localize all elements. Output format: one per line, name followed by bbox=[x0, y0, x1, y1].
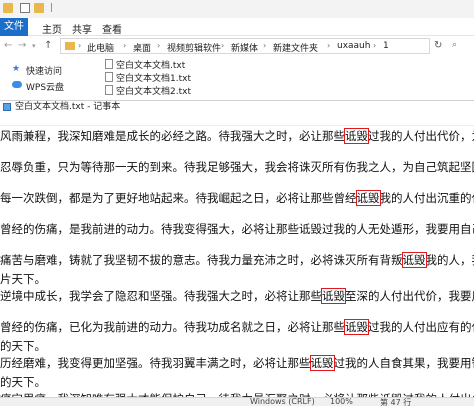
explorer-ribbon: 文件 主页 共享 查看 bbox=[0, 18, 474, 36]
tab-home[interactable]: 主页 bbox=[42, 21, 62, 36]
notepad-window: 空白文本文档.txt - 记事本 风雨兼程，我深知磨难是成长的必经之路。待我强大… bbox=[0, 100, 474, 406]
text-segment: 历经磨难，我变得更加坚强。待我羽翼丰满之时，必将让那些 bbox=[0, 356, 311, 370]
breadcrumb-item[interactable]: 新媒体 bbox=[231, 41, 258, 54]
checkbox-icon[interactable] bbox=[20, 3, 30, 13]
text-segment: 曾经的伤痛，已化为我前进的动力。待我功成名就之日，必将让那些 bbox=[0, 320, 345, 334]
text-segment: 过我的人自食其果，我要用智慧和力量为自己开 bbox=[333, 356, 474, 370]
highlighted-word: 诋毁 bbox=[344, 128, 369, 144]
text-file-icon bbox=[105, 59, 113, 69]
folder-icon bbox=[65, 42, 75, 50]
file-name: 空白文本文档1.txt bbox=[116, 74, 191, 84]
chevron-right-icon: › bbox=[263, 41, 267, 50]
text-segment: 过我的人付出应有的代价，我要让天下人 bbox=[368, 320, 474, 334]
text-line-wrap: 片天下。 bbox=[0, 272, 46, 286]
highlighted-word: 诋毁 bbox=[321, 288, 346, 304]
chevron-right-icon: › bbox=[157, 41, 161, 50]
chevron-right-icon: › bbox=[123, 41, 127, 50]
new-folder-icon[interactable] bbox=[34, 3, 44, 13]
back-arrow-icon[interactable]: ← bbox=[4, 40, 12, 51]
file-explorer-window: | 文件 主页 共享 查看 ← → ▾ ↑ › 此电脑 › 桌面 › 视频剪辑软… bbox=[0, 0, 474, 100]
chevron-right-icon: › bbox=[373, 41, 377, 50]
notepad-titlebar: 空白文本文档.txt - 记事本 bbox=[0, 101, 474, 113]
highlighted-word: 诋毁 bbox=[401, 252, 427, 268]
text-line: 每一次跌倒，都是为了更好地站起来。待我崛起之日，必将让那些曾经诋毁我的人付出沉重… bbox=[0, 190, 474, 206]
breadcrumb-item[interactable]: 此电脑 bbox=[87, 41, 114, 54]
search-icon[interactable]: ⌕ bbox=[452, 40, 457, 50]
notepad-icon bbox=[3, 103, 11, 111]
status-bar: Windows (CRLF) 100% 第 47 行 bbox=[0, 397, 474, 406]
chevron-down-icon[interactable]: ▾ bbox=[32, 42, 36, 50]
file-name: 空白文本文档.txt bbox=[116, 61, 186, 71]
text-segment: 曾经的伤痛，是我前进的动力。待我变得强大，必将让那些诋毁过我的人无处遁形，我要用… bbox=[0, 222, 474, 236]
text-segment: 痛苦与磨难，铸就了我坚韧不拔的意志。待我力量充沛之时，必将诛灭所有背叛 bbox=[0, 253, 403, 267]
text-line: 忍辱负重，只为等待那一天的到来。待我足够强大，我会将诛灭所有伤我之人，为自己筑起… bbox=[0, 160, 474, 174]
window-title: 空白文本文档.txt - 记事本 bbox=[15, 102, 121, 112]
breadcrumb-item[interactable]: uxaauh bbox=[337, 41, 370, 51]
text-segment: 逆境中成长，我学会了隐忍和坚强。待我强大之时，必将让那些 bbox=[0, 289, 322, 303]
text-line: 历经磨难，我变得更加坚强。待我羽翼丰满之时，必将让那些诋毁过我的人自食其果，我要… bbox=[0, 355, 474, 371]
quick-access-separator: | bbox=[50, 3, 54, 13]
chevron-right-icon: › bbox=[221, 41, 225, 50]
text-segment: 忍辱负重，只为等待那一天的到来。待我足够强大，我会将诛灭所有伤我之人，为自己筑起… bbox=[0, 160, 474, 174]
text-file-icon bbox=[105, 72, 113, 82]
text-segment: 风雨兼程，我深知磨难是成长的必经之路。待我强大之时，必让那些 bbox=[0, 129, 345, 143]
text-segment: 每一次跌倒，都是为了更好地站起来。待我崛起之日，必将让那些曾经 bbox=[0, 191, 357, 205]
status-zoom: 100% bbox=[330, 397, 353, 406]
explorer-titlebar: | bbox=[0, 0, 474, 18]
highlighted-word: 诋毁 bbox=[355, 190, 381, 206]
nav-item-quick-access[interactable]: 快速访问 bbox=[26, 64, 62, 77]
refresh-icon[interactable]: ↻ bbox=[434, 40, 442, 51]
highlighted-word: 诋毁 bbox=[309, 355, 335, 371]
text-line: 曾经的伤痛，已化为我前进的动力。待我功成名就之日，必将让那些诋毁过我的人付出应有… bbox=[0, 319, 474, 335]
text-segment: 我的人，我要给自己创造一 bbox=[425, 253, 474, 267]
cloud-icon bbox=[12, 81, 22, 88]
text-segment: 我的人付出沉重的代价，我要让天下人 bbox=[379, 191, 474, 205]
text-editor-area[interactable]: 风雨兼程，我深知磨难是成长的必经之路。待我强大之时，必让那些诋毁过我的人付出代价… bbox=[0, 125, 474, 399]
text-line: 风雨兼程，我深知磨难是成长的必经之路。待我强大之时，必让那些诋毁过我的人付出代价… bbox=[0, 128, 474, 144]
file-name: 空白文本文档2.txt bbox=[116, 87, 191, 97]
chevron-right-icon: › bbox=[78, 41, 82, 50]
text-line: 痛苦与磨难，铸就了我坚韧不拔的意志。待我力量充沛之时，必将诛灭所有背叛诋毁我的人… bbox=[0, 252, 474, 268]
text-file-icon bbox=[105, 85, 113, 95]
address-bar[interactable]: › 此电脑 › 桌面 › 视频剪辑软件 › 新媒体 › 新建文件夹 › uxaa… bbox=[60, 38, 430, 54]
status-encoding: Windows (CRLF) bbox=[250, 397, 315, 406]
star-icon: ★ bbox=[12, 64, 21, 74]
up-arrow-icon[interactable]: ↑ bbox=[44, 40, 52, 51]
status-position: 第 47 行 bbox=[380, 398, 412, 406]
text-line-wrap: 的天下。 bbox=[0, 375, 46, 389]
breadcrumb-item[interactable]: 视频剪辑软件 bbox=[167, 41, 221, 54]
forward-arrow-icon[interactable]: → bbox=[18, 40, 26, 51]
highlighted-word: 诋毁 bbox=[344, 319, 369, 335]
tab-file[interactable]: 文件 bbox=[0, 18, 28, 36]
text-line: 逆境中成长，我学会了隐忍和坚强。待我强大之时，必将让那些诋毁至深的人付出代价，我… bbox=[0, 288, 474, 304]
tab-view[interactable]: 查看 bbox=[102, 21, 122, 36]
breadcrumb-item[interactable]: 新建文件夹 bbox=[273, 41, 318, 54]
address-bar-row: ← → ▾ ↑ › 此电脑 › 桌面 › 视频剪辑软件 › 新媒体 › 新建文件… bbox=[0, 36, 474, 56]
tab-share[interactable]: 共享 bbox=[72, 21, 92, 36]
nav-item-wps-cloud[interactable]: WPS云盘 bbox=[26, 80, 64, 93]
text-line: 曾经的伤痛，是我前进的动力。待我变得强大，必将让那些诋毁过我的人无处遁形，我要用… bbox=[0, 222, 474, 236]
text-line-wrap: 的天下。 bbox=[0, 339, 46, 353]
breadcrumb-item[interactable]: 桌面 bbox=[133, 41, 151, 54]
text-segment: 至深的人付出代价，我要用实力赢得属于我 bbox=[345, 289, 474, 303]
chevron-right-icon: › bbox=[327, 41, 331, 50]
breadcrumb-item[interactable]: 1 bbox=[383, 41, 389, 51]
file-list: 空白文本文档.txt 空白文本文档1.txt 空白文本文档2.txt bbox=[100, 56, 300, 100]
navigation-pane: ★ 快速访问 WPS云盘 bbox=[0, 56, 90, 100]
text-segment: 过我的人付出代价，为自己赢得一片天地 bbox=[368, 129, 474, 143]
folder-icon bbox=[3, 3, 13, 13]
